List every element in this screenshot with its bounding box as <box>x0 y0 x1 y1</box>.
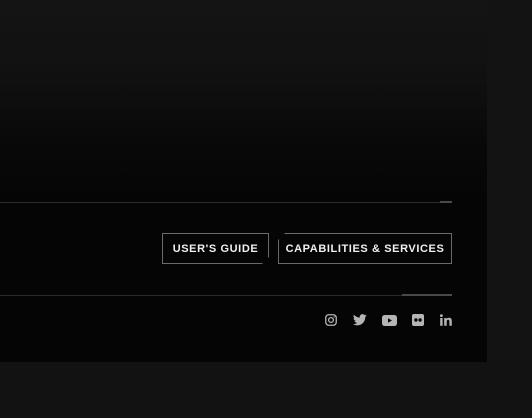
right-strip <box>487 0 532 362</box>
youtube-icon[interactable] <box>381 312 397 328</box>
linkedin-icon[interactable] <box>439 312 452 328</box>
divider-bottom <box>0 295 452 296</box>
instagram-icon[interactable] <box>324 312 338 328</box>
capabilities-services-label: CAPABILITIES & SERVICES <box>285 242 445 255</box>
users-guide-label: USER'S GUIDE <box>172 242 259 255</box>
flickr-icon[interactable] <box>411 312 424 328</box>
page: USER'S GUIDE CAPABILITIES & SERVICES <box>0 0 532 418</box>
divider-accent-bottom <box>402 294 452 296</box>
footer-panel: USER'S GUIDE CAPABILITIES & SERVICES <box>0 0 487 362</box>
divider-top <box>0 202 452 203</box>
users-guide-button[interactable]: USER'S GUIDE <box>162 233 269 264</box>
divider-accent-top <box>440 201 452 203</box>
capabilities-services-button[interactable]: CAPABILITIES & SERVICES <box>278 233 452 264</box>
twitter-icon[interactable] <box>352 312 367 328</box>
bottom-band <box>0 362 532 418</box>
